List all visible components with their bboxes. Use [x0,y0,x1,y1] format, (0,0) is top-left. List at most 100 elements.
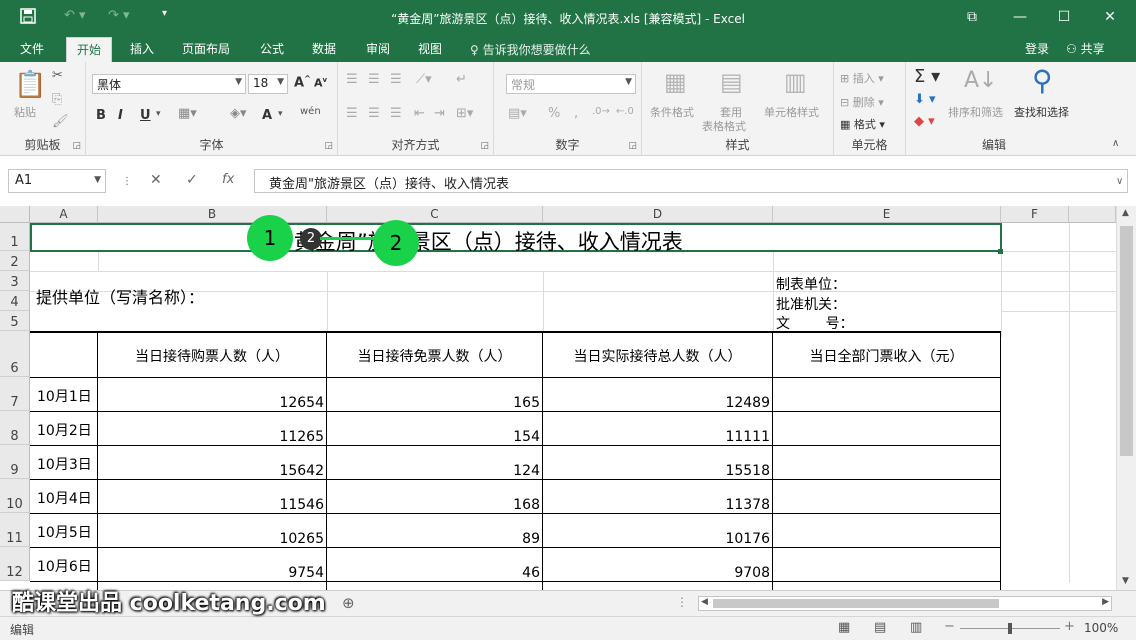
date-cell[interactable]: 10月3日 [37,454,92,474]
phonetic-icon[interactable]: wén [300,106,321,117]
zoom-out-icon[interactable]: − [944,619,955,634]
grow-font-icon[interactable]: A^ [294,74,311,90]
login-link[interactable]: 登录 [1025,40,1049,57]
worksheet-grid[interactable]: A B C D E F 1 2 3 4 5 6 7 8 9 10 11 12 “… [0,206,1136,590]
align-left-icon[interactable]: ☰ [346,106,358,121]
comma-button[interactable]: , [574,106,578,121]
row-header[interactable]: 3 [0,271,30,291]
header-revenue[interactable]: 当日全部门票收入（元） [773,346,1000,366]
collapse-ribbon-icon[interactable]: ∧ [1112,138,1119,149]
paid-cell[interactable]: 10265 [98,531,324,547]
total-cell[interactable]: 10176 [543,531,770,547]
doc-no-label[interactable]: 文 号： [776,313,854,333]
page-break-view-icon[interactable]: ▥ [910,620,922,635]
bold-button[interactable]: B [96,108,106,123]
paid-cell[interactable]: 12654 [98,395,324,411]
tab-page-layout[interactable]: 页面布局 [182,40,230,57]
tab-view[interactable]: 视图 [418,40,442,57]
cancel-icon[interactable]: ✕ [150,172,162,188]
row-header[interactable]: 10 [0,479,30,513]
cut-icon[interactable]: ✂ [52,68,63,83]
scroll-up-icon[interactable]: ▲ [1122,208,1129,218]
select-all-corner[interactable] [0,206,30,223]
scroll-right-icon[interactable]: ▶ [1102,597,1109,607]
insert-cells-button[interactable]: ⊞ 插入 ▾ [840,70,884,86]
conditional-format-label[interactable]: 条件格式 [650,104,694,120]
decrease-indent-icon[interactable]: ⇤ [414,106,425,121]
sort-filter-icon[interactable]: A↓ [964,68,997,93]
total-cell[interactable]: 9708 [543,565,770,581]
date-cell[interactable]: 10月5日 [37,522,92,542]
date-cell[interactable]: 10月4日 [37,488,92,508]
expand-formula-icon[interactable]: ∨ [1116,176,1123,187]
chevron-down-icon[interactable]: ▾ [156,109,161,119]
alignment-launcher-icon[interactable]: ◲ [480,141,489,151]
align-top-icon[interactable]: ☰ [346,72,358,87]
ribbon-display-icon[interactable]: ⧉ [960,6,984,28]
header-free[interactable]: 当日接待免票人数（人） [327,346,542,366]
orientation-icon[interactable]: ⟋▾ [416,72,432,87]
merge-center-icon[interactable]: ⊞▾ [456,106,473,121]
font-color-button[interactable]: A [262,108,272,123]
free-cell[interactable]: 89 [327,531,540,547]
align-middle-icon[interactable]: ☰ [368,72,380,87]
borders-icon[interactable]: ▦▾ [178,106,197,121]
tab-data[interactable]: 数据 [312,40,336,57]
align-center-icon[interactable]: ☰ [368,106,380,121]
conditional-format-icon[interactable]: ▦ [664,68,687,96]
table-format-label-2[interactable]: 表格格式 [702,118,746,134]
paid-cell[interactable]: 9754 [98,565,324,581]
fill-icon[interactable]: ⬇ ▾ [914,92,936,107]
formula-input[interactable]: 黄金周"旅游景区（点）接待、收入情况表 [254,169,1128,193]
insert-function-button[interactable]: fx [222,172,234,187]
zoom-in-icon[interactable]: + [1064,619,1075,634]
horizontal-scrollbar[interactable]: ◀ ▶ [698,596,1112,611]
font-name-combo[interactable]: 黑体 ▼ [92,74,246,94]
free-cell[interactable]: 165 [327,395,540,411]
total-cell[interactable]: 12489 [543,395,770,411]
number-launcher-icon[interactable]: ◲ [628,141,637,151]
paid-cell[interactable]: 11546 [98,497,324,513]
decrease-decimal-icon[interactable]: ←.0 [616,106,634,117]
provider-label[interactable]: 提供单位（写清名称）： [36,284,204,308]
font-launcher-icon[interactable]: ◲ [324,141,333,151]
approver-label[interactable]: 批准机关： [776,294,846,314]
font-size-combo[interactable]: 18 ▼ [248,74,288,94]
tab-home[interactable]: 开始 [66,37,113,62]
normal-view-icon[interactable]: ▦ [838,620,850,635]
cell-styles-label[interactable]: 单元格样式 [764,104,819,120]
find-select-label[interactable]: 查找和选择 [1014,104,1069,120]
total-cell[interactable]: 15518 [543,463,770,479]
row-header[interactable]: 5 [0,311,30,331]
table-format-icon[interactable]: ▤ [720,68,743,96]
format-painter-icon[interactable]: 🖌 [52,114,69,129]
align-bottom-icon[interactable]: ☰ [390,72,402,87]
number-format-combo[interactable]: 常规 ▼ [506,74,636,94]
column-header-f[interactable]: F [1001,206,1069,223]
fill-handle[interactable] [998,249,1003,254]
sheet-title[interactable]: “黄金周”旅游景区（点）接待、收入情况表 [283,226,683,256]
tab-file[interactable]: 文件 [20,40,44,57]
find-select-icon[interactable]: ⚲ [1032,64,1053,97]
row-header[interactable]: 8 [0,411,30,445]
row-header[interactable]: 1 [0,223,30,251]
wrap-text-icon[interactable]: ↵ [456,72,467,87]
tab-insert[interactable]: 插入 [130,40,154,57]
free-cell[interactable]: 168 [327,497,540,513]
scrollbar-thumb[interactable] [1120,226,1133,456]
header-total[interactable]: 当日实际接待总人数（人） [543,346,772,366]
row-header[interactable]: 6 [0,331,30,377]
paid-cell[interactable]: 15642 [98,463,324,479]
enter-icon[interactable]: ✓ [186,172,198,188]
percent-button[interactable]: % [548,106,560,121]
date-cell[interactable]: 10月6日 [37,556,92,576]
date-cell[interactable]: 10月2日 [37,420,92,440]
page-layout-view-icon[interactable]: ▤ [874,620,886,635]
row-header[interactable]: 9 [0,445,30,479]
italic-button[interactable]: I [118,108,123,123]
row-header[interactable]: 7 [0,377,30,411]
increase-decimal-icon[interactable]: .0→ [592,106,610,117]
maker-label[interactable]: 制表单位： [776,274,846,294]
clipboard-launcher-icon[interactable]: ◲ [72,141,81,151]
share-button[interactable]: ⚇ 共享 [1066,40,1105,57]
